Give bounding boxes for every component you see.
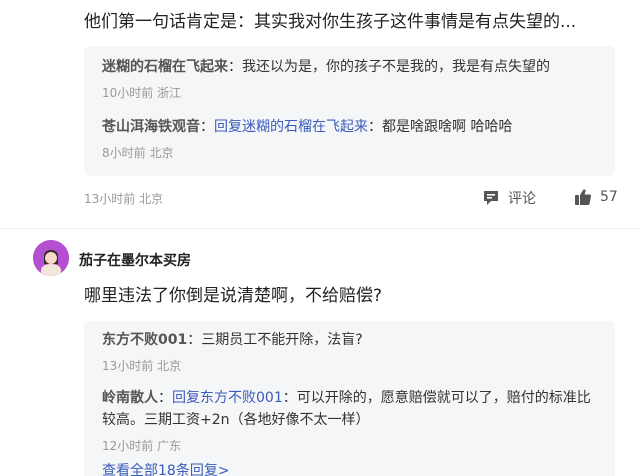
reply-meta: 13小时前 北京 — [102, 359, 182, 373]
avatar[interactable] — [33, 240, 69, 276]
reply-separator: ： — [228, 59, 242, 75]
comment-text: 哪里违法了你倒是说清楚啊，不给赔偿? — [84, 286, 383, 306]
reply-text: 我还以为是，你的孩子不是我的，我是有点失望的 — [242, 59, 550, 75]
comment-label: 评论 — [508, 191, 536, 207]
reply-item: 岭南散人：回复东方不败001：可以开除的，愿意赔偿就可以了，赔付的标准比较高。三… — [102, 387, 597, 455]
comment-icon — [484, 191, 498, 205]
reply-list: 迷糊的石榴在飞起来：我还以为是，你的孩子不是我的，我是有点失望的 10小时前 浙… — [84, 46, 615, 176]
reply-separator: ： — [187, 332, 202, 348]
comment-username[interactable]: 茄子在墨尔本买房 — [79, 250, 191, 270]
reply-to-link[interactable]: 回复东方不败001 — [172, 390, 283, 406]
reply-separator: ： — [158, 390, 172, 406]
reply-item: 苍山洱海铁观音：回复迷糊的石榴在飞起来：都是啥跟啥啊 哈哈哈 8小时前 北京 — [102, 116, 597, 162]
comment-feed: 他们第一句话肯定是：其实我对你生孩子这件事情是有点失望的... 迷糊的石榴在飞起… — [0, 0, 640, 476]
reply-username[interactable]: 岭南散人 — [102, 390, 158, 406]
reply-meta: 8小时前 北京 — [102, 146, 174, 160]
reply-to-link[interactable]: 回复迷糊的石榴在飞起来 — [214, 119, 368, 135]
reply-item: 东方不败001：三期员工不能开除，法盲? 13小时前 北京 — [102, 329, 597, 375]
reply-item: 迷糊的石榴在飞起来：我还以为是，你的孩子不是我的，我是有点失望的 10小时前 浙… — [102, 56, 597, 102]
reply-meta: 10小时前 浙江 — [102, 86, 182, 100]
reply-text: 都是啥跟啥啊 哈哈哈 — [382, 119, 513, 135]
comment-meta: 13小时前 北京 — [84, 192, 164, 206]
reply-meta: 12小时前 广东 — [102, 439, 182, 453]
comment-text: 他们第一句话肯定是：其实我对你生孩子这件事情是有点失望的... — [84, 12, 577, 32]
reply-separator: ： — [282, 390, 297, 406]
reply-separator: ： — [200, 119, 214, 135]
reply-username[interactable]: 东方不败001 — [102, 332, 187, 348]
like-count: 57 — [600, 189, 618, 205]
reply-list: 东方不败001：三期员工不能开除，法盲? 13小时前 北京 岭南散人：回复东方不… — [84, 321, 615, 476]
avatar-icon — [33, 240, 69, 276]
reply-text: 三期员工不能开除，法盲? — [201, 332, 363, 348]
thumbs-up-icon — [575, 189, 592, 205]
reply-username[interactable]: 苍山洱海铁观音 — [102, 119, 200, 135]
comment-button[interactable]: 评论 — [482, 188, 536, 208]
divider — [0, 228, 640, 229]
like-button[interactable]: 57 — [574, 188, 618, 206]
view-all-replies-link[interactable]: 查看全部18条回复> — [102, 461, 230, 476]
reply-separator: ： — [368, 119, 382, 135]
reply-username[interactable]: 迷糊的石榴在飞起来 — [102, 59, 228, 75]
